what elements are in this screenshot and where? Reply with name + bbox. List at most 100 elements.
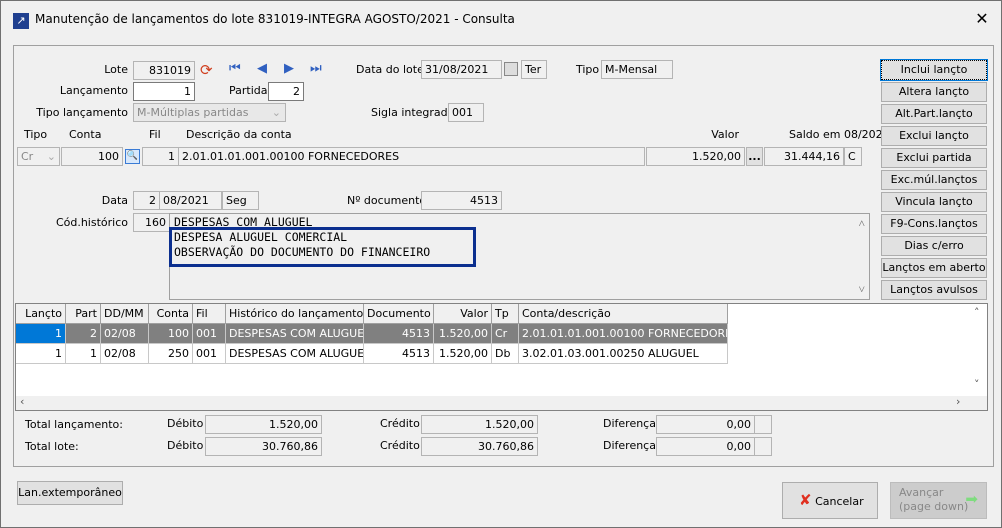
col-tipo-label: Tipo (24, 128, 48, 141)
f9-cons-lanctos-button[interactable]: F9-Cons.lançtos (881, 214, 987, 234)
cell: 2.01.01.01.001.00100 FORNECEDORES (519, 324, 728, 344)
col-conta-descricao[interactable]: Conta/descrição (519, 304, 728, 324)
highlight-box (169, 227, 476, 267)
tipo-value: Cr (21, 150, 34, 163)
scroll-up-icon[interactable]: ˄ (859, 216, 866, 231)
prev-icon[interactable]: ◀ (257, 61, 267, 76)
debito-label: Débito (167, 439, 204, 452)
documento-field[interactable]: 4513 (421, 191, 502, 210)
tipo-lancamento-label: Tipo lançamento (36, 106, 128, 119)
lanctos-avulsos-button[interactable]: Lançtos avulsos (881, 280, 987, 300)
total-lote-label: Total lote: (25, 440, 79, 453)
partida-label: Partida (229, 84, 268, 97)
col-valor[interactable]: Valor (434, 304, 492, 324)
cancel-x-icon: ✘ (799, 491, 812, 509)
vincula-lancto-button[interactable]: Vincula lançto (881, 192, 987, 212)
dia-field[interactable]: 2 (133, 191, 160, 210)
col-conta-label: Conta (69, 128, 102, 141)
cancelar-button[interactable]: ✘ Cancelar (782, 482, 878, 519)
valor-field[interactable]: 1.520,00 (646, 147, 745, 166)
next-icon[interactable]: ▶ (284, 61, 294, 76)
dialog-window: ↗ Manutenção de lançamentos do lote 8310… (0, 0, 1002, 528)
tipo-lancamento-select[interactable]: M-Múltiplas partidas ⌄ (133, 103, 286, 122)
cell: 001 (193, 324, 226, 344)
data-label: Data (101, 194, 128, 207)
last-icon[interactable]: ⏭ (310, 61, 322, 76)
lancamento-label: Lançamento (59, 84, 128, 97)
credito-label: Crédito (380, 439, 420, 452)
more-button[interactable]: ... (746, 147, 763, 166)
chevron-down-icon: ⌄ (271, 106, 281, 119)
col-fil[interactable]: Fil (193, 304, 226, 324)
lancamento-field[interactable]: 1 (133, 82, 195, 101)
dia-semana-field: Ter (521, 60, 547, 79)
lan-extemporaneo-button[interactable]: Lan.extemporâneo (17, 481, 123, 505)
cell: 4513 (364, 344, 434, 364)
scroll-up-icon[interactable]: ˄ (974, 306, 980, 319)
scroll-right-icon[interactable]: › (956, 395, 960, 408)
tipo-select[interactable]: Cr ⌄ (17, 147, 60, 166)
lanc-debito-field: 1.520,00 (205, 415, 322, 434)
lanc-credito-field: 1.520,00 (421, 415, 538, 434)
exclui-lancto-button[interactable]: Exclui lançto (881, 126, 987, 146)
refresh-icon[interactable]: ⟳ (200, 61, 213, 79)
cell: 02/08 (101, 324, 149, 344)
dias-com-erro-button[interactable]: Dias c/erro (881, 236, 987, 256)
vertical-scrollbar[interactable]: ˄ ˅ (970, 304, 987, 396)
data-lote-field[interactable]: 31/08/2021 (421, 60, 502, 79)
cell: 001 (193, 344, 226, 364)
col-lancto[interactable]: Lançto (16, 304, 66, 324)
col-saldo-label: Saldo em 08/2021 (789, 128, 890, 141)
descricao-field: 2.01.01.01.001.00100 FORNECEDORES (178, 147, 645, 166)
first-icon[interactable]: ⏮ (229, 61, 241, 76)
col-valor-label: Valor (711, 128, 739, 141)
search-lookup-icon[interactable]: 🔍 (125, 149, 140, 164)
lanc-diferenca-dc (754, 415, 772, 434)
avancar-button[interactable]: Avançar (page down) ➡ (890, 482, 987, 519)
cell: 100 (149, 324, 193, 344)
cell: 1 (66, 344, 101, 364)
cell: Db (492, 344, 519, 364)
cell: 1.520,00 (434, 344, 492, 364)
col-historico[interactable]: Histórico do lançamento (226, 304, 364, 324)
col-ddmm[interactable]: DD/MM (101, 304, 149, 324)
diferenca-label: Diferença (603, 439, 656, 452)
cod-hist-field[interactable]: 160 (133, 213, 170, 232)
sigla-label: Sigla integrada (371, 106, 455, 119)
partida-field[interactable]: 2 (268, 82, 304, 101)
cell: 1 (16, 324, 66, 344)
conta-field[interactable]: 100 (61, 147, 123, 166)
lancamentos-grid: Lançto Part DD/MM Conta Fil Histórico do… (15, 303, 988, 411)
lote-diferenca-dc (754, 437, 772, 456)
col-desc-label: Descrição da conta (186, 128, 292, 141)
scroll-left-icon[interactable]: ‹ (20, 395, 24, 408)
cell: 2 (66, 324, 101, 344)
cell: 3.02.01.03.001.00250 ALUGUEL (519, 344, 728, 364)
cell: 4513 (364, 324, 434, 344)
cell: 1.520,00 (434, 324, 492, 344)
documento-label: Nº documento (347, 194, 427, 207)
lanctos-em-aberto-button[interactable]: Lançtos em aberto (881, 258, 987, 278)
cell: DESPESAS COM ALUGUEL (226, 344, 364, 364)
lote-debito-field: 30.760,86 (205, 437, 322, 456)
exc-mul-lanctos-button[interactable]: Exc.múl.lançtos (881, 170, 987, 190)
credito-label: Crédito (380, 417, 420, 430)
cod-hist-label: Cód.histórico (55, 216, 128, 229)
exclui-partida-button[interactable]: Exclui partida (881, 148, 987, 168)
horizontal-scrollbar[interactable]: ‹ › (16, 395, 987, 410)
close-button[interactable]: ✕ (971, 9, 993, 31)
chevron-down-icon: ⌄ (46, 150, 56, 163)
app-icon: ↗ (13, 13, 29, 29)
lote-field[interactable]: 831019 (133, 61, 195, 80)
col-conta[interactable]: Conta (149, 304, 193, 324)
col-part[interactable]: Part (66, 304, 101, 324)
altera-lancto-button[interactable]: Altera lançto (881, 82, 987, 102)
scroll-down-icon[interactable]: ˅ (859, 282, 866, 297)
fil-field: 1 (142, 147, 179, 166)
scroll-down-icon[interactable]: ˅ (974, 378, 980, 391)
col-documento[interactable]: Documento (364, 304, 434, 324)
inclui-lancto-button[interactable]: Inclui lançto (880, 59, 988, 81)
calendar-icon[interactable] (504, 62, 518, 76)
alt-part-lancto-button[interactable]: Alt.Part.lançto (881, 104, 987, 124)
col-tp[interactable]: Tp (492, 304, 519, 324)
